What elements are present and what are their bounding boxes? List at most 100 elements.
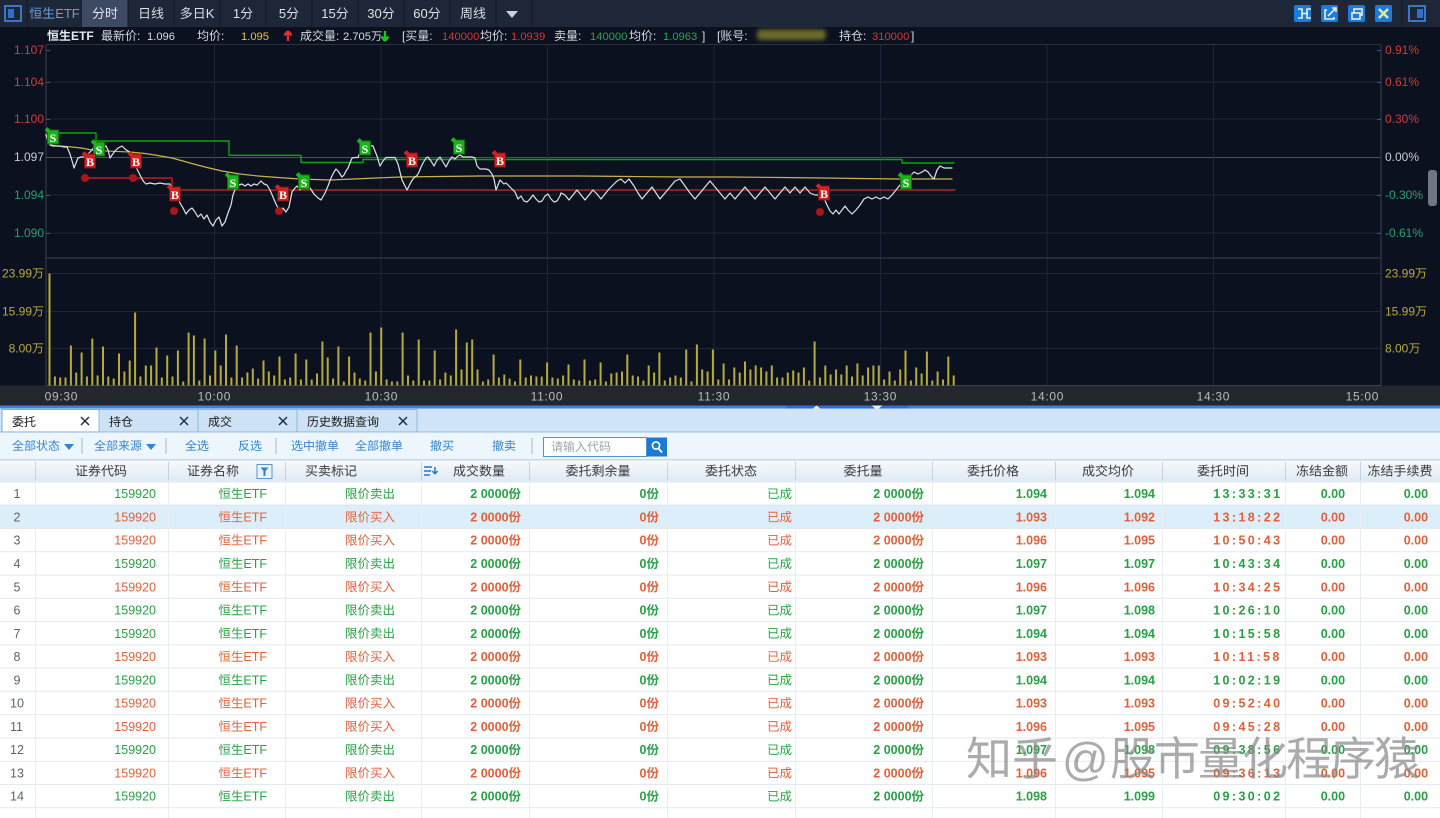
svg-text::: : — [221, 29, 224, 43]
svg-text:2 0000: 2 0000 — [873, 697, 911, 711]
svg-text:S: S — [96, 143, 103, 157]
svg-text:]: ] — [702, 29, 705, 43]
svg-text:15.99: 15.99 — [1385, 305, 1415, 319]
svg-text:0: 0 — [640, 604, 647, 618]
svg-text:2.705: 2.705 — [343, 31, 371, 43]
svg-text:ETF: ETF — [243, 766, 267, 780]
svg-text:0.00: 0.00 — [1404, 743, 1428, 757]
svg-text:1.098: 1.098 — [1016, 790, 1047, 804]
svg-text:4: 4 — [14, 557, 21, 571]
svg-text:60: 60 — [413, 6, 427, 21]
svg-text:10:30: 10:30 — [365, 390, 399, 404]
svg-text:0: 0 — [640, 720, 647, 734]
svg-text:ETF: ETF — [55, 6, 80, 21]
svg-text:1.104: 1.104 — [14, 75, 44, 89]
svg-text:1.094: 1.094 — [1016, 487, 1047, 501]
svg-text:0.00: 0.00 — [1321, 534, 1345, 548]
svg-text:10:00: 10:00 — [198, 390, 232, 404]
svg-text:2 0000: 2 0000 — [873, 511, 911, 525]
svg-text:0: 0 — [640, 743, 647, 757]
svg-text:159920: 159920 — [114, 511, 156, 525]
svg-text:1.098: 1.098 — [1124, 743, 1155, 757]
svg-text:1.092: 1.092 — [1124, 511, 1155, 525]
svg-text:ETF: ETF — [243, 534, 267, 548]
svg-text:S: S — [50, 131, 57, 145]
svg-text:1.095: 1.095 — [1124, 534, 1155, 548]
svg-text:159920: 159920 — [114, 720, 156, 734]
svg-text:2 0000: 2 0000 — [873, 534, 911, 548]
svg-text:1.096: 1.096 — [1016, 580, 1047, 594]
svg-text:1.098: 1.098 — [1124, 604, 1155, 618]
svg-text:0.00: 0.00 — [1321, 766, 1345, 780]
svg-text:8: 8 — [14, 650, 21, 664]
svg-text:09:30: 09:30 — [45, 390, 79, 404]
svg-text:0.91%: 0.91% — [1385, 43, 1419, 57]
svg-text:1.094: 1.094 — [1124, 487, 1155, 501]
svg-text::: : — [863, 29, 866, 43]
svg-text:ETF: ETF — [243, 627, 267, 641]
svg-text:2 0000: 2 0000 — [470, 697, 508, 711]
svg-text:2 0000: 2 0000 — [873, 790, 911, 804]
svg-text:1.096: 1.096 — [1124, 580, 1155, 594]
svg-text:0.00: 0.00 — [1404, 511, 1428, 525]
svg-text:0.00: 0.00 — [1404, 604, 1428, 618]
svg-text:S: S — [301, 176, 308, 190]
svg-text:ETF: ETF — [71, 29, 94, 43]
svg-text:159920: 159920 — [114, 557, 156, 571]
svg-text:0.00: 0.00 — [1321, 604, 1345, 618]
svg-text::: : — [429, 29, 432, 43]
svg-text:0.00: 0.00 — [1321, 627, 1345, 641]
svg-text:0.00: 0.00 — [1321, 697, 1345, 711]
svg-text:5: 5 — [14, 580, 21, 594]
svg-text:23.99: 23.99 — [1385, 267, 1415, 281]
svg-text:0: 0 — [640, 697, 647, 711]
svg-text:B: B — [132, 155, 140, 169]
svg-text:10:43:34: 10:43:34 — [1213, 557, 1282, 571]
svg-text:2 0000: 2 0000 — [470, 487, 508, 501]
svg-text:13:30: 13:30 — [864, 390, 898, 404]
svg-text:2: 2 — [14, 511, 21, 525]
svg-text:-0.61%: -0.61% — [1385, 226, 1423, 240]
svg-text:23.99: 23.99 — [2, 267, 32, 281]
svg-text:0.00: 0.00 — [1321, 487, 1345, 501]
svg-text:K: K — [206, 6, 215, 21]
svg-text:09:30:02: 09:30:02 — [1213, 790, 1282, 804]
svg-text:0.00: 0.00 — [1321, 650, 1345, 664]
svg-text:2 0000: 2 0000 — [470, 743, 508, 757]
svg-text:0.00: 0.00 — [1404, 650, 1428, 664]
svg-text:0: 0 — [640, 534, 647, 548]
svg-text:1.097: 1.097 — [1016, 743, 1047, 757]
svg-text:S: S — [456, 141, 463, 155]
svg-text:13:18:22: 13:18:22 — [1213, 511, 1282, 525]
svg-text:B: B — [496, 154, 504, 168]
svg-text:2 0000: 2 0000 — [873, 580, 911, 594]
svg-text::: : — [744, 29, 747, 43]
svg-text:0.00: 0.00 — [1321, 557, 1345, 571]
svg-text:2 0000: 2 0000 — [470, 604, 508, 618]
svg-text:09:36:13: 09:36:13 — [1213, 766, 1282, 780]
svg-text:2 0000: 2 0000 — [470, 720, 508, 734]
svg-text:310000: 310000 — [872, 31, 909, 43]
svg-text:159920: 159920 — [114, 743, 156, 757]
svg-text:ETF: ETF — [243, 557, 267, 571]
svg-text:1.094: 1.094 — [1124, 627, 1155, 641]
svg-text:11:30: 11:30 — [698, 390, 731, 404]
svg-text:0.00%: 0.00% — [1385, 150, 1419, 164]
svg-text:0.00: 0.00 — [1321, 720, 1345, 734]
svg-text:0.00: 0.00 — [1321, 511, 1345, 525]
svg-text:2 0000: 2 0000 — [873, 557, 911, 571]
svg-text:09:45:28: 09:45:28 — [1213, 720, 1282, 734]
svg-text:1: 1 — [14, 487, 21, 501]
svg-text:1.094: 1.094 — [14, 188, 44, 202]
svg-text:0.00: 0.00 — [1404, 720, 1428, 734]
svg-text:1.094: 1.094 — [1016, 627, 1047, 641]
svg-text:2 0000: 2 0000 — [873, 743, 911, 757]
svg-text:10:02:19: 10:02:19 — [1213, 673, 1282, 687]
svg-text:159920: 159920 — [114, 580, 156, 594]
svg-text:159920: 159920 — [114, 534, 156, 548]
svg-text:8.00: 8.00 — [1385, 342, 1409, 356]
svg-text:2 0000: 2 0000 — [470, 534, 508, 548]
svg-text:1.097: 1.097 — [1124, 557, 1155, 571]
svg-text:1.093: 1.093 — [1124, 650, 1155, 664]
svg-text:1.107: 1.107 — [14, 43, 44, 57]
